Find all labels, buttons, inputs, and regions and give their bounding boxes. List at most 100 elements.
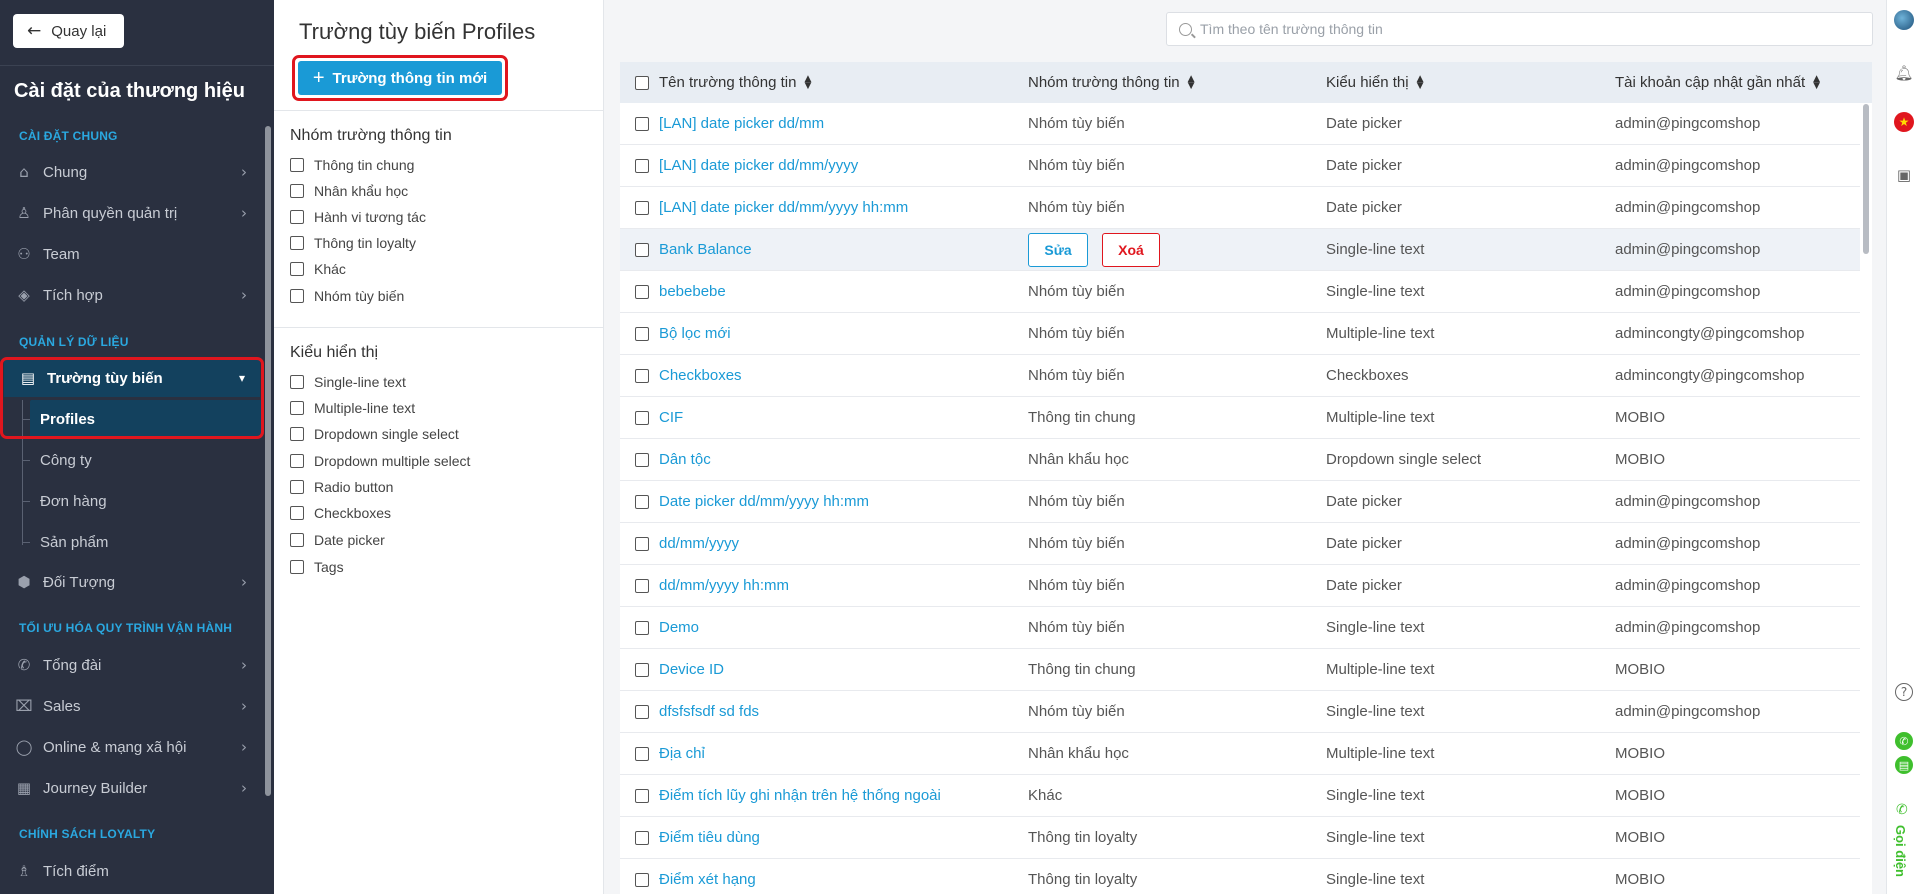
checkbox[interactable]	[290, 454, 304, 468]
field-name-link[interactable]: Device ID	[659, 661, 724, 678]
sidebar-item-journey[interactable]: ▦ Journey Builder ›	[0, 769, 262, 807]
field-name-link[interactable]: CIF	[659, 409, 683, 426]
row-checkbox[interactable]	[635, 747, 649, 761]
table-row[interactable]: bebebebe Nhóm tùy biến Single-line text adm…	[620, 271, 1860, 313]
table-row[interactable]: CIF Thông tin chung Multiple-line text MOBI…	[620, 397, 1860, 439]
row-checkbox[interactable]	[635, 411, 649, 425]
checkbox[interactable]	[290, 401, 304, 415]
sidebar-scrollbar[interactable]	[265, 126, 271, 796]
table-row[interactable]: Bank Balance Single-line text admin@pingco…	[620, 229, 1860, 271]
table-row[interactable]: dfsfsfsdf sd fds Nhóm tùy biến Single-line…	[620, 691, 1860, 733]
column-header-name[interactable]: Tên trường thông tin ▲ ▼	[659, 62, 811, 103]
phone-status-icon[interactable]: ✆	[1895, 732, 1913, 750]
column-header-group[interactable]: Nhóm trường thông tin ▲ ▼	[1028, 62, 1195, 103]
type-filter-option[interactable]: Date picker	[290, 530, 385, 550]
table-row[interactable]: dd/mm/yyyy Nhóm tùy biến Date picker admin@…	[620, 523, 1860, 565]
row-checkbox[interactable]	[635, 327, 649, 341]
sidebar-subitem-cong-ty[interactable]: Công ty	[0, 441, 262, 479]
table-row[interactable]: [LAN] date picker dd/mm/yyyy hh:mm Nhóm t…	[620, 187, 1860, 229]
field-name-link[interactable]: Bank Balance	[659, 241, 752, 258]
sidebar-item-chung[interactable]: ⌂ Chung ›	[0, 153, 262, 191]
table-scrollbar[interactable]	[1863, 104, 1869, 254]
new-field-button[interactable]: + Trường thông tin mới	[298, 61, 502, 95]
table-row[interactable]: dd/mm/yyyy hh:mm Nhóm tùy biến Date picker…	[620, 565, 1860, 607]
checkbox[interactable]	[290, 560, 304, 574]
gift-icon[interactable]: ▣	[1894, 165, 1914, 185]
table-row[interactable]: Địa chỉ Nhân khẩu học Multiple-line text MO…	[620, 733, 1860, 775]
field-name-link[interactable]: Điểm tích lũy ghi nhận trên hệ thống ngo…	[659, 787, 941, 804]
field-name-link[interactable]: dd/mm/yyyy	[659, 535, 739, 552]
row-checkbox[interactable]	[635, 831, 649, 845]
column-header-account[interactable]: Tài khoản cập nhật gần nhất ▲ ▼	[1615, 62, 1820, 103]
sidebar-subitem-profiles[interactable]: Profiles	[30, 400, 262, 438]
checkbox[interactable]	[290, 289, 304, 303]
row-checkbox[interactable]	[635, 495, 649, 509]
sidebar-item-tich-diem[interactable]: ♗ Tích điểm	[0, 852, 262, 890]
group-filter-option[interactable]: Hành vi tương tác	[290, 207, 426, 227]
sidebar-item-phan-quyen[interactable]: ♙ Phân quyền quản trị ›	[0, 194, 262, 232]
group-filter-option[interactable]: Nhóm tùy biến	[290, 286, 404, 306]
group-filter-option[interactable]: Thông tin chung	[290, 155, 414, 175]
field-name-link[interactable]: dd/mm/yyyy hh:mm	[659, 577, 789, 594]
field-name-link[interactable]: dfsfsfsdf sd fds	[659, 703, 759, 720]
row-checkbox[interactable]	[635, 621, 649, 635]
checkbox[interactable]	[290, 210, 304, 224]
sidebar-item-online[interactable]: ◯ Online & mạng xã hội ›	[0, 728, 262, 766]
globe-icon[interactable]	[1894, 10, 1914, 30]
checkbox[interactable]	[290, 480, 304, 494]
field-name-link[interactable]: Date picker dd/mm/yyyy hh:mm	[659, 493, 869, 510]
type-filter-option[interactable]: Multiple-line text	[290, 398, 415, 418]
table-row[interactable]: [LAN] date picker dd/mm Nhóm tùy biến Date…	[620, 103, 1860, 145]
checkbox[interactable]	[290, 184, 304, 198]
field-name-link[interactable]: bebebebe	[659, 283, 726, 300]
row-checkbox[interactable]	[635, 159, 649, 173]
group-filter-option[interactable]: Nhân khẩu học	[290, 181, 408, 201]
select-all-checkbox[interactable]	[635, 76, 649, 90]
back-button[interactable]: ← Quay lại	[13, 14, 124, 48]
checkbox[interactable]	[290, 427, 304, 441]
vietnam-flag-icon[interactable]: ★	[1894, 112, 1914, 132]
table-row[interactable]: Dân tộc Nhân khẩu học Dropdown single sele…	[620, 439, 1860, 481]
row-checkbox[interactable]	[635, 285, 649, 299]
table-row[interactable]: Checkboxes Nhóm tùy biến Checkboxes adminco…	[620, 355, 1860, 397]
field-name-link[interactable]: Checkboxes	[659, 367, 742, 384]
group-filter-option[interactable]: Khác	[290, 259, 346, 279]
type-filter-option[interactable]: Dropdown multiple select	[290, 451, 470, 471]
sidebar-item-truong-tuy-bien[interactable]: ▤ Trường tùy biến ▾	[4, 359, 260, 397]
row-checkbox[interactable]	[635, 663, 649, 677]
field-name-link[interactable]: Điểm tiêu dùng	[659, 829, 760, 846]
row-checkbox[interactable]	[635, 117, 649, 131]
type-filter-option[interactable]: Dropdown single select	[290, 424, 459, 444]
checkbox[interactable]	[290, 375, 304, 389]
checkbox[interactable]	[290, 262, 304, 276]
table-row[interactable]: Điểm tích lũy ghi nhận trên hệ thống ngo…	[620, 775, 1860, 817]
field-name-link[interactable]: [LAN] date picker dd/mm/yyyy	[659, 157, 858, 174]
sidebar-item-doi-tuong[interactable]: ⬢ Đối Tượng ›	[0, 563, 262, 601]
sidebar-subitem-san-pham[interactable]: Sản phẩm	[0, 523, 262, 561]
search-input[interactable]	[1200, 21, 1840, 37]
field-name-link[interactable]: Dân tộc	[659, 451, 711, 468]
field-name-link[interactable]: Demo	[659, 619, 699, 636]
table-row[interactable]: [LAN] date picker dd/mm/yyyy Nhóm tùy biế…	[620, 145, 1860, 187]
row-checkbox[interactable]	[635, 873, 649, 887]
row-checkbox[interactable]	[635, 453, 649, 467]
field-name-link[interactable]: Bộ lọc mới	[659, 325, 731, 342]
table-row[interactable]: Date picker dd/mm/yyyy hh:mm Nhóm tùy biế…	[620, 481, 1860, 523]
sidebar-item-sales[interactable]: ⌧ Sales ›	[0, 687, 262, 725]
table-row[interactable]: Điểm xét hạng Thông tin loyalty Single-lin…	[620, 859, 1860, 894]
field-name-link[interactable]: Điểm xét hạng	[659, 871, 756, 888]
table-row[interactable]: Demo Nhóm tùy biến Single-line text admin@p…	[620, 607, 1860, 649]
sidebar-item-tong-dai[interactable]: ✆ Tổng đài ›	[0, 646, 262, 684]
sidebar-subitem-don-hang[interactable]: Đơn hàng	[0, 482, 262, 520]
checkbox[interactable]	[290, 236, 304, 250]
row-checkbox[interactable]	[635, 243, 649, 257]
bell-icon[interactable]: 🔔︎	[1894, 63, 1914, 83]
field-name-link[interactable]: Địa chỉ	[659, 745, 705, 762]
table-row[interactable]: Điểm tiêu dùng Thông tin loyalty Single-li…	[620, 817, 1860, 859]
row-checkbox[interactable]	[635, 537, 649, 551]
search-bar[interactable]	[1166, 12, 1873, 46]
row-checkbox[interactable]	[635, 789, 649, 803]
type-filter-option[interactable]: Single-line text	[290, 372, 406, 392]
field-name-link[interactable]: [LAN] date picker dd/mm/yyyy hh:mm	[659, 199, 908, 216]
edit-button[interactable]: Sửa	[1028, 233, 1088, 267]
